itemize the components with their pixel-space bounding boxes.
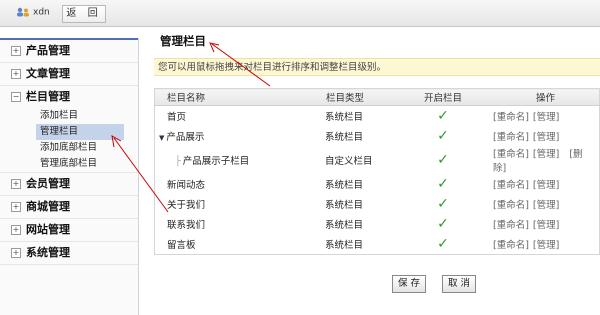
sidebar-item-add-column[interactable]: 添加栏目 [0,108,138,124]
table-row[interactable]: 新闻动态 系统栏目 ✓ [重命名] [管理] [155,174,600,194]
row-name: 留言板 [167,240,196,251]
sidebar-item-manage-column[interactable]: 管理栏目 [36,124,124,140]
hint-bar: 您可以用鼠标拖拽来对栏目进行排序和调整栏目级别。 [154,58,600,76]
table-row[interactable]: 联系我们 系统栏目 ✓ [重命名] [管理] [155,214,600,234]
main-content: 管理栏目 您可以用鼠标拖拽来对栏目进行排序和调整栏目级别。 栏目名称 栏目类型 … [154,30,600,315]
sidebar-cat-label: 网站管理 [26,223,70,236]
table-header-row: 栏目名称 栏目类型 开启栏目 操作 [154,88,600,106]
expand-icon[interactable]: + [11,69,21,79]
row-name: 联系我们 [167,220,206,231]
manage-link[interactable]: [管理] [533,220,559,231]
row-type: 系统栏目 [325,132,364,143]
check-icon[interactable]: ✓ [437,196,449,212]
expand-icon[interactable]: + [11,179,21,189]
col-header-enabled: 开启栏目 [407,88,479,106]
column-table: 栏目名称 栏目类型 开启栏目 操作 首页 系统栏目 ✓ [重命名] [管理] ▼ 产… [154,88,600,255]
manage-link[interactable]: [管理] [533,112,559,123]
expand-icon[interactable]: + [11,202,21,212]
table-row[interactable]: ▼ 产品展示 系统栏目 ✓ [重命名] [管理] [155,126,600,146]
row-name: 关于我们 [167,200,206,211]
save-button[interactable]: 保 存 [392,275,426,293]
rename-link[interactable]: [重命名] [493,149,529,160]
sidebar-item-manage-bottom-column[interactable]: 管理底部栏目 [0,156,138,173]
sidebar-cat-label: 栏目管理 [26,90,70,103]
triangle-down-icon[interactable]: ▼ [159,134,164,142]
sidebar-nav: + 产品管理 + 文章管理 − 栏目管理 添加栏目 管理栏目 添加底部栏目 管理底部栏… [0,38,138,265]
table-row[interactable]: 关于我们 系统栏目 ✓ [重命名] [管理] [155,194,600,214]
check-icon[interactable]: ✓ [437,108,449,124]
row-type: 系统栏目 [325,180,364,191]
sidebar-cat-label: 产品管理 [26,44,70,57]
sidebar-cat-label: 文章管理 [26,67,70,80]
sidebar: + 产品管理 + 文章管理 − 栏目管理 添加栏目 管理栏目 添加底部栏目 管理底部栏… [0,38,139,315]
sidebar-cat-shop[interactable]: + 商城管理 [0,196,138,219]
collapse-icon[interactable]: − [11,92,21,102]
page-title: 管理栏目 [160,34,206,48]
col-header-ops: 操作 [479,88,600,106]
sidebar-cat-member[interactable]: + 会员管理 [0,173,138,196]
top-bar: xdn 返 回 [0,0,600,27]
row-type: 系统栏目 [325,220,364,231]
rename-link[interactable]: [重命名] [493,200,529,211]
rename-link[interactable]: [重命名] [493,132,529,143]
check-icon[interactable]: ✓ [437,152,449,168]
check-icon[interactable]: ✓ [437,176,449,192]
sidebar-cat-website[interactable]: + 网站管理 [0,219,138,242]
sidebar-item-add-bottom-column[interactable]: 添加底部栏目 [0,140,138,156]
expand-icon[interactable]: + [11,46,21,56]
sidebar-cat-system[interactable]: + 系统管理 [0,242,138,265]
row-name: 产品展示子栏目 [182,156,250,167]
manage-link[interactable]: [管理] [533,180,559,191]
row-name: 首页 [167,112,187,123]
back-button[interactable]: 返 回 [62,5,106,23]
cancel-button[interactable]: 取 消 [442,275,476,293]
table-row[interactable]: 首页 系统栏目 ✓ [重命名] [管理] [155,106,600,127]
table-row[interactable]: ├ 产品展示子栏目 自定义栏目 ✓ [重命名] [管理] [删除] [155,146,600,174]
sidebar-cat-product[interactable]: + 产品管理 [0,40,138,63]
expand-icon[interactable]: + [11,248,21,258]
manage-link[interactable]: [管理] [533,240,559,251]
row-type: 系统栏目 [325,240,364,251]
expand-icon[interactable]: + [11,225,21,235]
check-icon[interactable]: ✓ [437,236,449,252]
row-type: 系统栏目 [325,112,364,123]
user-info: xdn [16,7,50,18]
table-row[interactable]: 留言板 系统栏目 ✓ [重命名] [管理] [155,234,600,255]
row-name: 产品展示 [166,132,205,143]
username: xdn [33,7,50,18]
sidebar-cat-label: 会员管理 [26,177,70,190]
tree-line-icon: ├ [175,156,181,167]
users-icon [17,7,29,17]
sidebar-cat-label: 商城管理 [26,200,70,213]
rename-link[interactable]: [重命名] [493,112,529,123]
check-icon[interactable]: ✓ [437,216,449,232]
manage-link[interactable]: [管理] [533,200,559,211]
col-header-type: 栏目类型 [325,88,407,106]
row-type: 自定义栏目 [325,156,373,167]
check-icon[interactable]: ✓ [437,128,449,144]
rename-link[interactable]: [重命名] [493,180,529,191]
sidebar-cat-column[interactable]: − 栏目管理 [0,86,138,108]
rename-link[interactable]: [重命名] [493,240,529,251]
manage-link[interactable]: [管理] [533,132,559,143]
rename-link[interactable]: [重命名] [493,220,529,231]
sidebar-cat-label: 系统管理 [26,246,70,259]
manage-link[interactable]: [管理] [533,149,559,160]
col-header-name: 栏目名称 [154,88,325,106]
row-type: 系统栏目 [325,200,364,211]
row-name: 新闻动态 [167,180,206,191]
sidebar-cat-article[interactable]: + 文章管理 [0,63,138,86]
